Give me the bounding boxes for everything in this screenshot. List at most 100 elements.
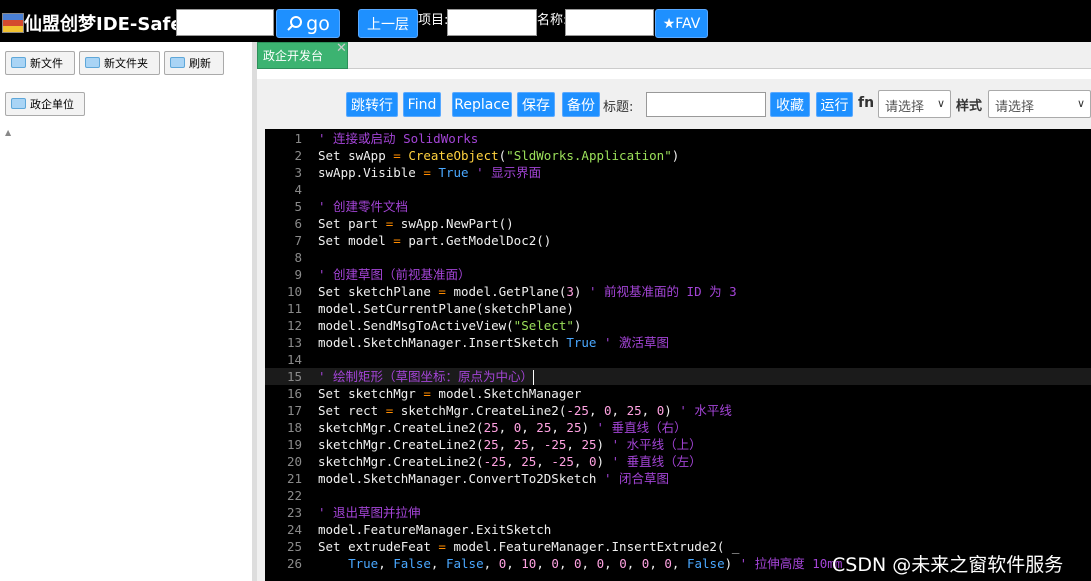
code-line[interactable]: 3 swApp.Visible = True ' 显示界面 xyxy=(265,164,1091,181)
code-token: ) xyxy=(724,556,740,571)
code-line[interactable]: 16 Set sketchMgr = model.SketchManager xyxy=(265,385,1091,402)
tree-item-gov-unit[interactable]: 政企单位 xyxy=(5,92,85,116)
code-token: 25 xyxy=(521,454,537,469)
code-text: sketchMgr.CreateLine2(25, 25, -25, 25) '… xyxy=(318,436,702,453)
code-token: ) xyxy=(573,284,589,299)
code-line[interactable]: 15 ' 绘制矩形（草图坐标：原点为中心） xyxy=(265,368,1091,385)
line-number: 11 xyxy=(286,301,302,316)
code-line[interactable]: 4 xyxy=(265,181,1091,198)
parent-folder-button[interactable]: 上一层 xyxy=(358,9,418,38)
code-line[interactable]: 14 xyxy=(265,351,1091,368)
code-token: , xyxy=(566,437,582,452)
new-folder-label: 新文件夹 xyxy=(104,57,148,70)
line-number: 9 xyxy=(294,267,302,282)
code-token: 25 xyxy=(566,420,582,435)
code-token: 0 xyxy=(574,556,582,571)
code-token: ) xyxy=(664,403,680,418)
code-line[interactable]: 7 Set model = part.GetModelDoc2() xyxy=(265,232,1091,249)
code-token: ) xyxy=(596,454,612,469)
code-token: , xyxy=(506,556,522,571)
line-number: 20 xyxy=(286,454,302,469)
code-token: model.FeatureManager.InsertExtrude2( _ xyxy=(445,539,740,554)
refresh-button[interactable]: 刷新 xyxy=(164,51,224,75)
scroll-up-arrow-icon[interactable]: ▲ xyxy=(5,128,11,137)
code-token: Set sketchPlane xyxy=(318,284,439,299)
code-line[interactable]: 13 model.SketchManager.InsertSketch True … xyxy=(265,334,1091,351)
project-input[interactable] xyxy=(447,9,537,36)
tab-gov-dev[interactable]: 政企开发台 ✕ xyxy=(257,41,348,69)
backup-button[interactable]: 备份 xyxy=(562,92,600,117)
code-token: 25 xyxy=(513,437,529,452)
code-line[interactable]: 17 Set rect = sketchMgr.CreateLine2(-25, … xyxy=(265,402,1091,419)
code-line[interactable]: 12 model.SendMsgToActiveView("Select") xyxy=(265,317,1091,334)
code-line[interactable]: 21 model.SketchManager.ConvertTo2DSketch … xyxy=(265,470,1091,487)
code-token: , xyxy=(551,420,567,435)
line-number: 3 xyxy=(294,165,302,180)
line-number: 22 xyxy=(286,488,302,503)
code-line[interactable]: 8 xyxy=(265,249,1091,266)
title-input[interactable] xyxy=(646,92,766,117)
save-button[interactable]: 保存 xyxy=(517,92,555,117)
code-text: model.SendMsgToActiveView("Select") xyxy=(318,317,581,334)
code-text: ' 连接或启动 SolidWorks xyxy=(318,130,478,147)
code-line[interactable]: 5 ' 创建零件文档 xyxy=(265,198,1091,215)
code-line[interactable]: 18 sketchMgr.CreateLine2(25, 0, 25, 25) '… xyxy=(265,419,1091,436)
fav-button[interactable]: ★FAV xyxy=(655,9,708,38)
search-input[interactable] xyxy=(176,9,274,36)
code-text: ' 绘制矩形（草图坐标：原点为中心） xyxy=(318,368,535,385)
code-line[interactable]: 23 ' 退出草图并拉伸 xyxy=(265,504,1091,521)
go-button[interactable]: go xyxy=(276,9,340,38)
code-line[interactable]: 19 sketchMgr.CreateLine2(25, 25, -25, 25)… xyxy=(265,436,1091,453)
style-select[interactable]: 请选择 ∨ xyxy=(988,90,1091,118)
close-icon[interactable]: ✕ xyxy=(336,41,347,56)
goto-line-button[interactable]: 跳转行 xyxy=(346,92,398,117)
line-number: 23 xyxy=(286,505,302,520)
code-token: False xyxy=(393,556,431,571)
line-number: 13 xyxy=(286,335,302,350)
code-token: -25 xyxy=(566,403,589,418)
code-token: swApp.Visible xyxy=(318,165,424,180)
code-line[interactable]: 2 Set swApp = CreateObject("SldWorks.Appl… xyxy=(265,147,1091,164)
code-token: True xyxy=(438,165,469,180)
line-number: 14 xyxy=(286,352,302,367)
code-token: 0 xyxy=(588,454,597,469)
code-line[interactable]: 9 ' 创建草图（前视基准面） xyxy=(265,266,1091,283)
fn-select[interactable]: 请选择 ∨ xyxy=(878,90,951,118)
code-text: True, False, False, 0, 10, 0, 0, 0, 0, 0… xyxy=(318,555,842,572)
code-line[interactable]: 1 ' 连接或启动 SolidWorks xyxy=(265,130,1091,147)
line-number: 1 xyxy=(294,131,302,146)
code-token: , xyxy=(498,437,514,452)
folder-icon xyxy=(11,97,26,109)
line-number: 10 xyxy=(286,284,302,299)
code-token: model.FeatureManager.ExitSketch xyxy=(318,522,552,537)
tree-item-label: 政企单位 xyxy=(30,98,74,111)
code-editor[interactable]: 1 ' 连接或启动 SolidWorks 2 Set swApp = CreateOb… xyxy=(265,129,1091,581)
code-line[interactable]: 10 Set sketchPlane = model.GetPlane(3) ' … xyxy=(265,283,1091,300)
line-number: 26 xyxy=(286,556,302,571)
code-line[interactable]: 22 xyxy=(265,487,1091,504)
collect-button[interactable]: 收藏 xyxy=(770,92,810,117)
code-token: -25 xyxy=(551,454,574,469)
new-folder-button[interactable]: 新文件夹 xyxy=(79,51,160,75)
code-line[interactable]: 11 model.SetCurrentPlane(sketchPlane) xyxy=(265,300,1091,317)
code-line[interactable]: 6 Set part = swApp.NewPart() xyxy=(265,215,1091,232)
code-token: model.SendMsgToActiveView( xyxy=(318,318,514,333)
refresh-label: 刷新 xyxy=(189,57,211,70)
new-file-label: 新文件 xyxy=(30,57,63,70)
code-line[interactable]: 24 model.FeatureManager.ExitSketch xyxy=(265,521,1091,538)
code-line[interactable]: 20 sketchMgr.CreateLine2(-25, 25, -25, 0)… xyxy=(265,453,1091,470)
style-label: 样式 xyxy=(956,99,983,114)
text-cursor xyxy=(533,370,535,385)
name-input[interactable] xyxy=(565,9,654,36)
replace-button[interactable]: Replace xyxy=(452,92,512,117)
run-button[interactable]: 运行 xyxy=(816,92,853,117)
code-token: sketchMgr.CreateLine2( xyxy=(318,454,484,469)
new-file-button[interactable]: 新文件 xyxy=(5,51,75,75)
code-token: True xyxy=(566,335,597,350)
code-token: ) xyxy=(581,420,597,435)
line-number: 2 xyxy=(294,148,302,163)
find-button[interactable]: Find xyxy=(403,92,441,117)
code-token: , xyxy=(378,556,394,571)
